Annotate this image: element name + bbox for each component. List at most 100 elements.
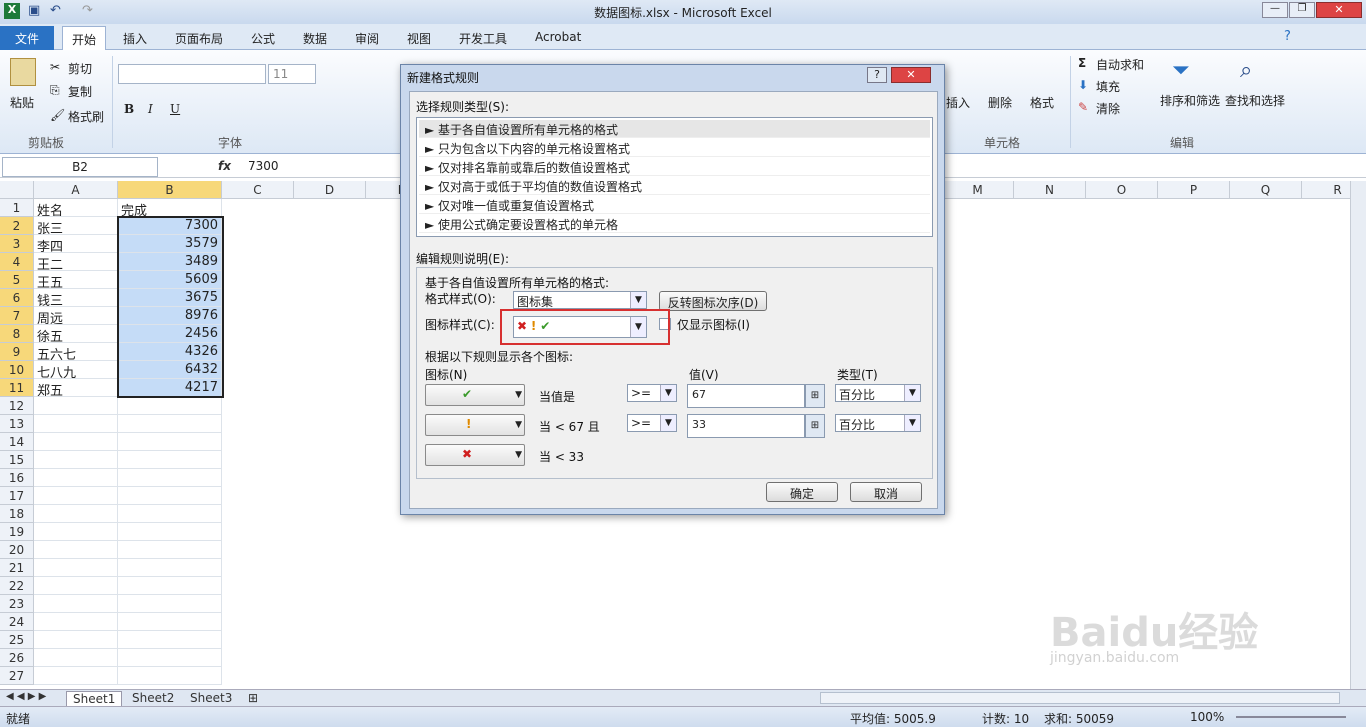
cell-value[interactable]: 3579 (118, 235, 222, 253)
row-header[interactable]: 20 (0, 541, 34, 559)
cell-value[interactable]: 2456 (118, 325, 222, 343)
cell-value[interactable]: 8976 (118, 307, 222, 325)
cell-value[interactable] (118, 667, 222, 685)
formula-input[interactable]: 7300 (248, 159, 279, 173)
cell-value[interactable] (118, 613, 222, 631)
icon-select-2[interactable]: ! ▼ (425, 414, 525, 436)
cell-name[interactable]: 五六七 (34, 343, 118, 361)
cell-name[interactable]: 徐五 (34, 325, 118, 343)
font-size-input[interactable]: 11 (268, 64, 316, 84)
row-header[interactable]: 12 (0, 397, 34, 415)
tab-developer[interactable]: 开发工具 (450, 26, 516, 50)
cell-value[interactable] (118, 577, 222, 595)
cell-value[interactable] (118, 649, 222, 667)
cell-name[interactable]: 王二 (34, 253, 118, 271)
cell-name[interactable]: 姓名 (34, 199, 118, 217)
cell-value[interactable] (118, 397, 222, 415)
vertical-scrollbar[interactable] (1350, 181, 1366, 689)
cell-value[interactable]: 完成 (118, 199, 222, 217)
cell-name[interactable]: 七八九 (34, 361, 118, 379)
row-header[interactable]: 26 (0, 649, 34, 667)
cell-value[interactable]: 3489 (118, 253, 222, 271)
cut-button[interactable]: 剪切 (68, 60, 92, 77)
select-all-corner[interactable] (0, 181, 34, 199)
restore-icon[interactable]: ❐ (1289, 2, 1315, 18)
ok-button[interactable]: 确定 (766, 482, 838, 502)
row-header[interactable]: 11 (0, 379, 34, 397)
cell-name[interactable]: 钱三 (34, 289, 118, 307)
clear-button[interactable]: 清除 (1096, 100, 1120, 117)
format-cells-button[interactable]: 格式 (1030, 94, 1054, 111)
type-select-1[interactable]: 百分比 ▼ (835, 384, 921, 402)
row-header[interactable]: 1 (0, 199, 34, 217)
icon-select-3[interactable]: ✖ ▼ (425, 444, 525, 466)
copy-icon[interactable]: ⎘ (50, 83, 60, 98)
cell-value[interactable] (118, 541, 222, 559)
tab-formulas[interactable]: 公式 (242, 26, 284, 50)
type-select-2[interactable]: 百分比 ▼ (835, 414, 921, 432)
cell-name[interactable]: 李四 (34, 235, 118, 253)
rule-type-item[interactable]: ► 基于各自值设置所有单元格的格式 (419, 120, 930, 138)
column-header[interactable]: D (294, 181, 366, 199)
tab-insert[interactable]: 插入 (114, 26, 156, 50)
cell-name[interactable] (34, 649, 118, 667)
cell-name[interactable]: 王五 (34, 271, 118, 289)
paste-icon[interactable] (10, 58, 36, 86)
row-header[interactable]: 18 (0, 505, 34, 523)
cell-name[interactable] (34, 469, 118, 487)
value-input-1[interactable]: 67 (687, 384, 805, 408)
minimize-icon[interactable]: — (1262, 2, 1288, 18)
cell-name[interactable] (34, 433, 118, 451)
cell-name[interactable]: 郑五 (34, 379, 118, 397)
help-icon[interactable]: ? (1284, 29, 1291, 44)
autosum-button[interactable]: 自动求和 (1096, 56, 1144, 73)
row-header[interactable]: 7 (0, 307, 34, 325)
sheet-nav-icon[interactable]: ◀ ◀ ▶ ▶ (6, 691, 46, 702)
cell-value[interactable] (118, 433, 222, 451)
column-header[interactable]: O (1086, 181, 1158, 199)
row-header[interactable]: 8 (0, 325, 34, 343)
cell-value[interactable] (118, 415, 222, 433)
cell-value[interactable] (118, 631, 222, 649)
column-header[interactable]: N (1014, 181, 1086, 199)
cell-value[interactable] (118, 523, 222, 541)
column-header[interactable]: M (942, 181, 1014, 199)
horizontal-scrollbar[interactable] (820, 692, 1340, 704)
new-sheet-icon[interactable]: ⊞ (248, 691, 258, 705)
row-header[interactable]: 23 (0, 595, 34, 613)
row-header[interactable]: 14 (0, 433, 34, 451)
cell-value[interactable] (118, 595, 222, 613)
copy-button[interactable]: 复制 (68, 83, 92, 100)
sheet-tab-2[interactable]: Sheet2 (126, 691, 180, 705)
bold-button[interactable]: B (124, 102, 134, 116)
icon-select-1[interactable]: ✔ ▼ (425, 384, 525, 406)
rule-type-item[interactable]: ► 仅对唯一值或重复值设置格式 (419, 196, 930, 214)
cell-value[interactable]: 7300 (118, 217, 222, 235)
delete-cells-button[interactable]: 删除 (988, 94, 1012, 111)
row-header[interactable]: 3 (0, 235, 34, 253)
zoom-level[interactable]: 100% (1190, 710, 1224, 724)
cell-name[interactable] (34, 523, 118, 541)
row-header[interactable]: 9 (0, 343, 34, 361)
operator-select-2[interactable]: >= ▼ (627, 414, 677, 432)
row-header[interactable]: 13 (0, 415, 34, 433)
fill-button[interactable]: 填充 (1096, 78, 1120, 95)
row-header[interactable]: 2 (0, 217, 34, 235)
cell-value[interactable] (118, 451, 222, 469)
format-style-select[interactable]: 图标集 ▼ (513, 291, 647, 309)
cut-icon[interactable]: ✂ (50, 60, 60, 74)
column-header[interactable]: A (34, 181, 118, 199)
cell-name[interactable] (34, 577, 118, 595)
tab-view[interactable]: 视图 (398, 26, 440, 50)
row-header[interactable]: 6 (0, 289, 34, 307)
row-header[interactable]: 21 (0, 559, 34, 577)
cancel-button[interactable]: 取消 (850, 482, 922, 502)
insert-function-icon[interactable]: fx (218, 159, 231, 173)
cell-value[interactable] (118, 559, 222, 577)
rule-type-item[interactable]: ► 使用公式确定要设置格式的单元格 (419, 215, 930, 233)
rule-type-item[interactable]: ► 仅对高于或低于平均值的数值设置格式 (419, 177, 930, 195)
cell-value[interactable]: 6432 (118, 361, 222, 379)
cell-name[interactable]: 周远 (34, 307, 118, 325)
tab-home[interactable]: 开始 (62, 26, 107, 50)
row-header[interactable]: 27 (0, 667, 34, 685)
